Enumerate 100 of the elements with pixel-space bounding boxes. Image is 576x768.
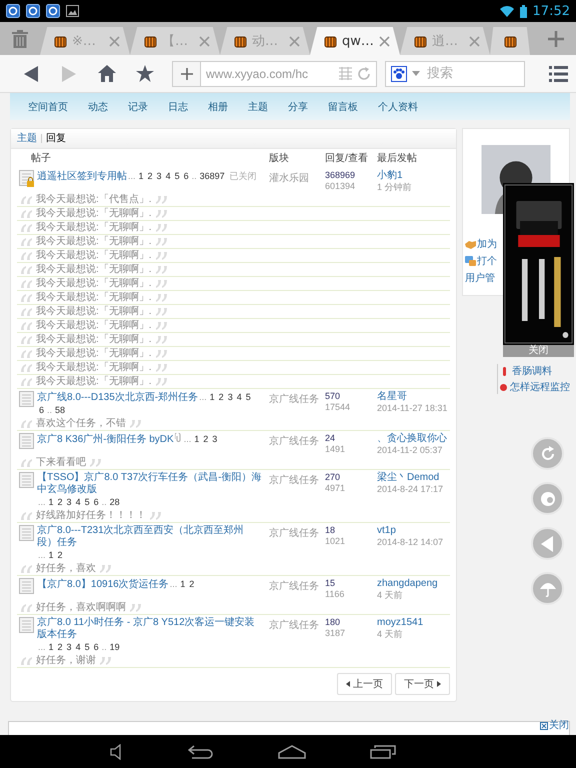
add-bookmark-icon[interactable]: [180, 68, 192, 80]
back-icon[interactable]: [24, 66, 38, 82]
ellipsis: ...: [38, 642, 46, 652]
caret-icon[interactable]: [412, 71, 420, 76]
ellipsis: ..: [192, 171, 197, 181]
thread-title-link[interactable]: 逍遥社区签到专用帖: [37, 171, 127, 183]
view-count: 1166: [325, 589, 346, 600]
related-link[interactable]: 香肠调料: [500, 364, 570, 378]
page-link[interactable]: 5: [84, 497, 90, 507]
page-link[interactable]: 3: [66, 497, 72, 507]
page-link[interactable]: 1: [48, 497, 54, 507]
last-poster-link[interactable]: 名星哥: [377, 391, 407, 402]
close-icon[interactable]: [540, 722, 548, 730]
close-quote-icon: [154, 322, 167, 330]
thread-title-link[interactable]: 【京广8.0】10916次货运任务: [37, 579, 169, 591]
last-poster-link[interactable]: moyz1541: [377, 617, 424, 628]
last-poster-link[interactable]: vt1p: [377, 525, 396, 536]
thread-title-link[interactable]: 【TSSO】京广8.0 T37次行车任务（武昌-衡阳）海中玄鸟修改版: [37, 472, 263, 496]
battery-icon: [520, 4, 527, 18]
menu-icon[interactable]: [549, 66, 568, 82]
back-icon: [540, 536, 554, 552]
page-link[interactable]: 19: [110, 642, 120, 652]
page-link[interactable]: 5: [174, 171, 180, 181]
page-link[interactable]: 1: [180, 579, 186, 589]
page-link[interactable]: 2: [58, 497, 63, 507]
reply-count: 18: [325, 525, 336, 536]
page-link[interactable]: 4: [166, 171, 171, 181]
page-link[interactable]: 2: [58, 642, 63, 652]
next-page-button[interactable]: 下一页: [395, 673, 450, 695]
related-link[interactable]: 怎样远程监控: [500, 380, 570, 394]
page-link[interactable]: 58: [55, 405, 66, 415]
nav-link[interactable]: 日志: [168, 100, 188, 114]
star-icon[interactable]: [136, 65, 154, 82]
page-link[interactable]: 5: [246, 392, 251, 402]
nav-link[interactable]: 空间首页: [28, 100, 68, 114]
image-icon[interactable]: [66, 5, 79, 17]
nav-link[interactable]: 记录: [128, 100, 148, 114]
paw-icon[interactable]: [391, 66, 407, 82]
quote-text: 我今天最想说:「无聊啊」.: [36, 278, 152, 290]
back-button[interactable]: [188, 744, 214, 758]
nav-link[interactable]: 个人资料: [378, 100, 418, 114]
page-link[interactable]: 2: [58, 550, 63, 560]
page-link[interactable]: 1: [210, 392, 215, 402]
page-link[interactable]: 28: [110, 497, 120, 507]
search-field[interactable]: 搜索: [385, 60, 525, 86]
last-poster-link[interactable]: 小豹1: [377, 170, 403, 181]
profile-link[interactable]: 用户管: [465, 271, 495, 285]
nav-link[interactable]: 留言板: [328, 100, 358, 114]
page-link[interactable]: 6: [94, 642, 99, 652]
nav-link[interactable]: 主题: [248, 100, 268, 114]
page-link[interactable]: 1: [48, 642, 54, 652]
page-link[interactable]: 6: [184, 171, 189, 181]
page-link[interactable]: 6: [39, 405, 44, 415]
browser-tab[interactable]: [490, 27, 530, 55]
page-link[interactable]: 1: [194, 434, 200, 444]
thread-title-link[interactable]: 京广8.0---T231次北京西至西安（北京西至郑州段）任务: [37, 525, 263, 549]
close-link[interactable]: 关闭: [540, 721, 569, 731]
thread-title-link[interactable]: 京广8 K36广州-衡阳任务 byDK: [37, 434, 174, 446]
page-link[interactable]: 6: [94, 497, 99, 507]
page-link[interactable]: 3: [156, 171, 162, 181]
open-quote-icon: [21, 512, 33, 520]
quote-text: 喜欢这个任务，不错: [36, 418, 126, 430]
page-link[interactable]: 4: [76, 497, 81, 507]
page-link[interactable]: 5: [84, 642, 90, 652]
page-link[interactable]: 1: [48, 550, 54, 560]
profile-link[interactable]: 打个: [465, 254, 497, 268]
reply-count: 570: [325, 391, 342, 402]
browser-tab[interactable]: qw…: [310, 27, 400, 55]
open-quote-icon: [21, 294, 33, 302]
profile-link[interactable]: 加为: [465, 237, 497, 251]
last-poster-link[interactable]: zhangdapeng: [377, 578, 438, 589]
page-link[interactable]: 36897: [200, 171, 225, 181]
page-link[interactable]: 2: [203, 434, 208, 444]
page-link[interactable]: 2: [189, 579, 194, 589]
page-link[interactable]: 3: [212, 434, 218, 444]
last-poster-link[interactable]: 梁尘丶Demod: [377, 472, 440, 483]
previous-page-button[interactable]: 上一页: [337, 673, 392, 695]
page-link[interactable]: 3: [228, 392, 233, 402]
open-quote-icon: [21, 224, 33, 232]
nav-link[interactable]: 相册: [208, 100, 228, 114]
home-button[interactable]: [278, 744, 306, 758]
app-icon[interactable]: [26, 4, 40, 18]
page-link[interactable]: 2: [148, 171, 153, 181]
nav-link[interactable]: 分享: [288, 100, 308, 114]
thread-title-link[interactable]: 京广8.0 11小时任务 - 京广8 Y512次客运一键安装版本任务: [37, 617, 263, 641]
page-link[interactable]: 2: [218, 392, 224, 402]
page-link[interactable]: 4: [236, 392, 242, 402]
search-input[interactable]: 搜索: [425, 65, 509, 82]
page-link[interactable]: 3: [66, 642, 72, 652]
app-icon[interactable]: [6, 4, 20, 18]
recent-apps-button[interactable]: [370, 744, 396, 758]
nav-link[interactable]: 动态: [88, 100, 108, 114]
page-link[interactable]: 1: [138, 171, 144, 181]
last-poster-link[interactable]: 、贪心换取你心: [377, 433, 447, 444]
page-link[interactable]: 4: [76, 642, 81, 652]
close-icon[interactable]: [379, 36, 390, 46]
thread-title-link[interactable]: 京广线8.0---D135次北京西-郑州任务: [37, 392, 198, 404]
breadcrumb-link[interactable]: 主题: [17, 132, 37, 144]
app-icon[interactable]: [46, 4, 60, 18]
home-icon[interactable]: [98, 65, 116, 82]
